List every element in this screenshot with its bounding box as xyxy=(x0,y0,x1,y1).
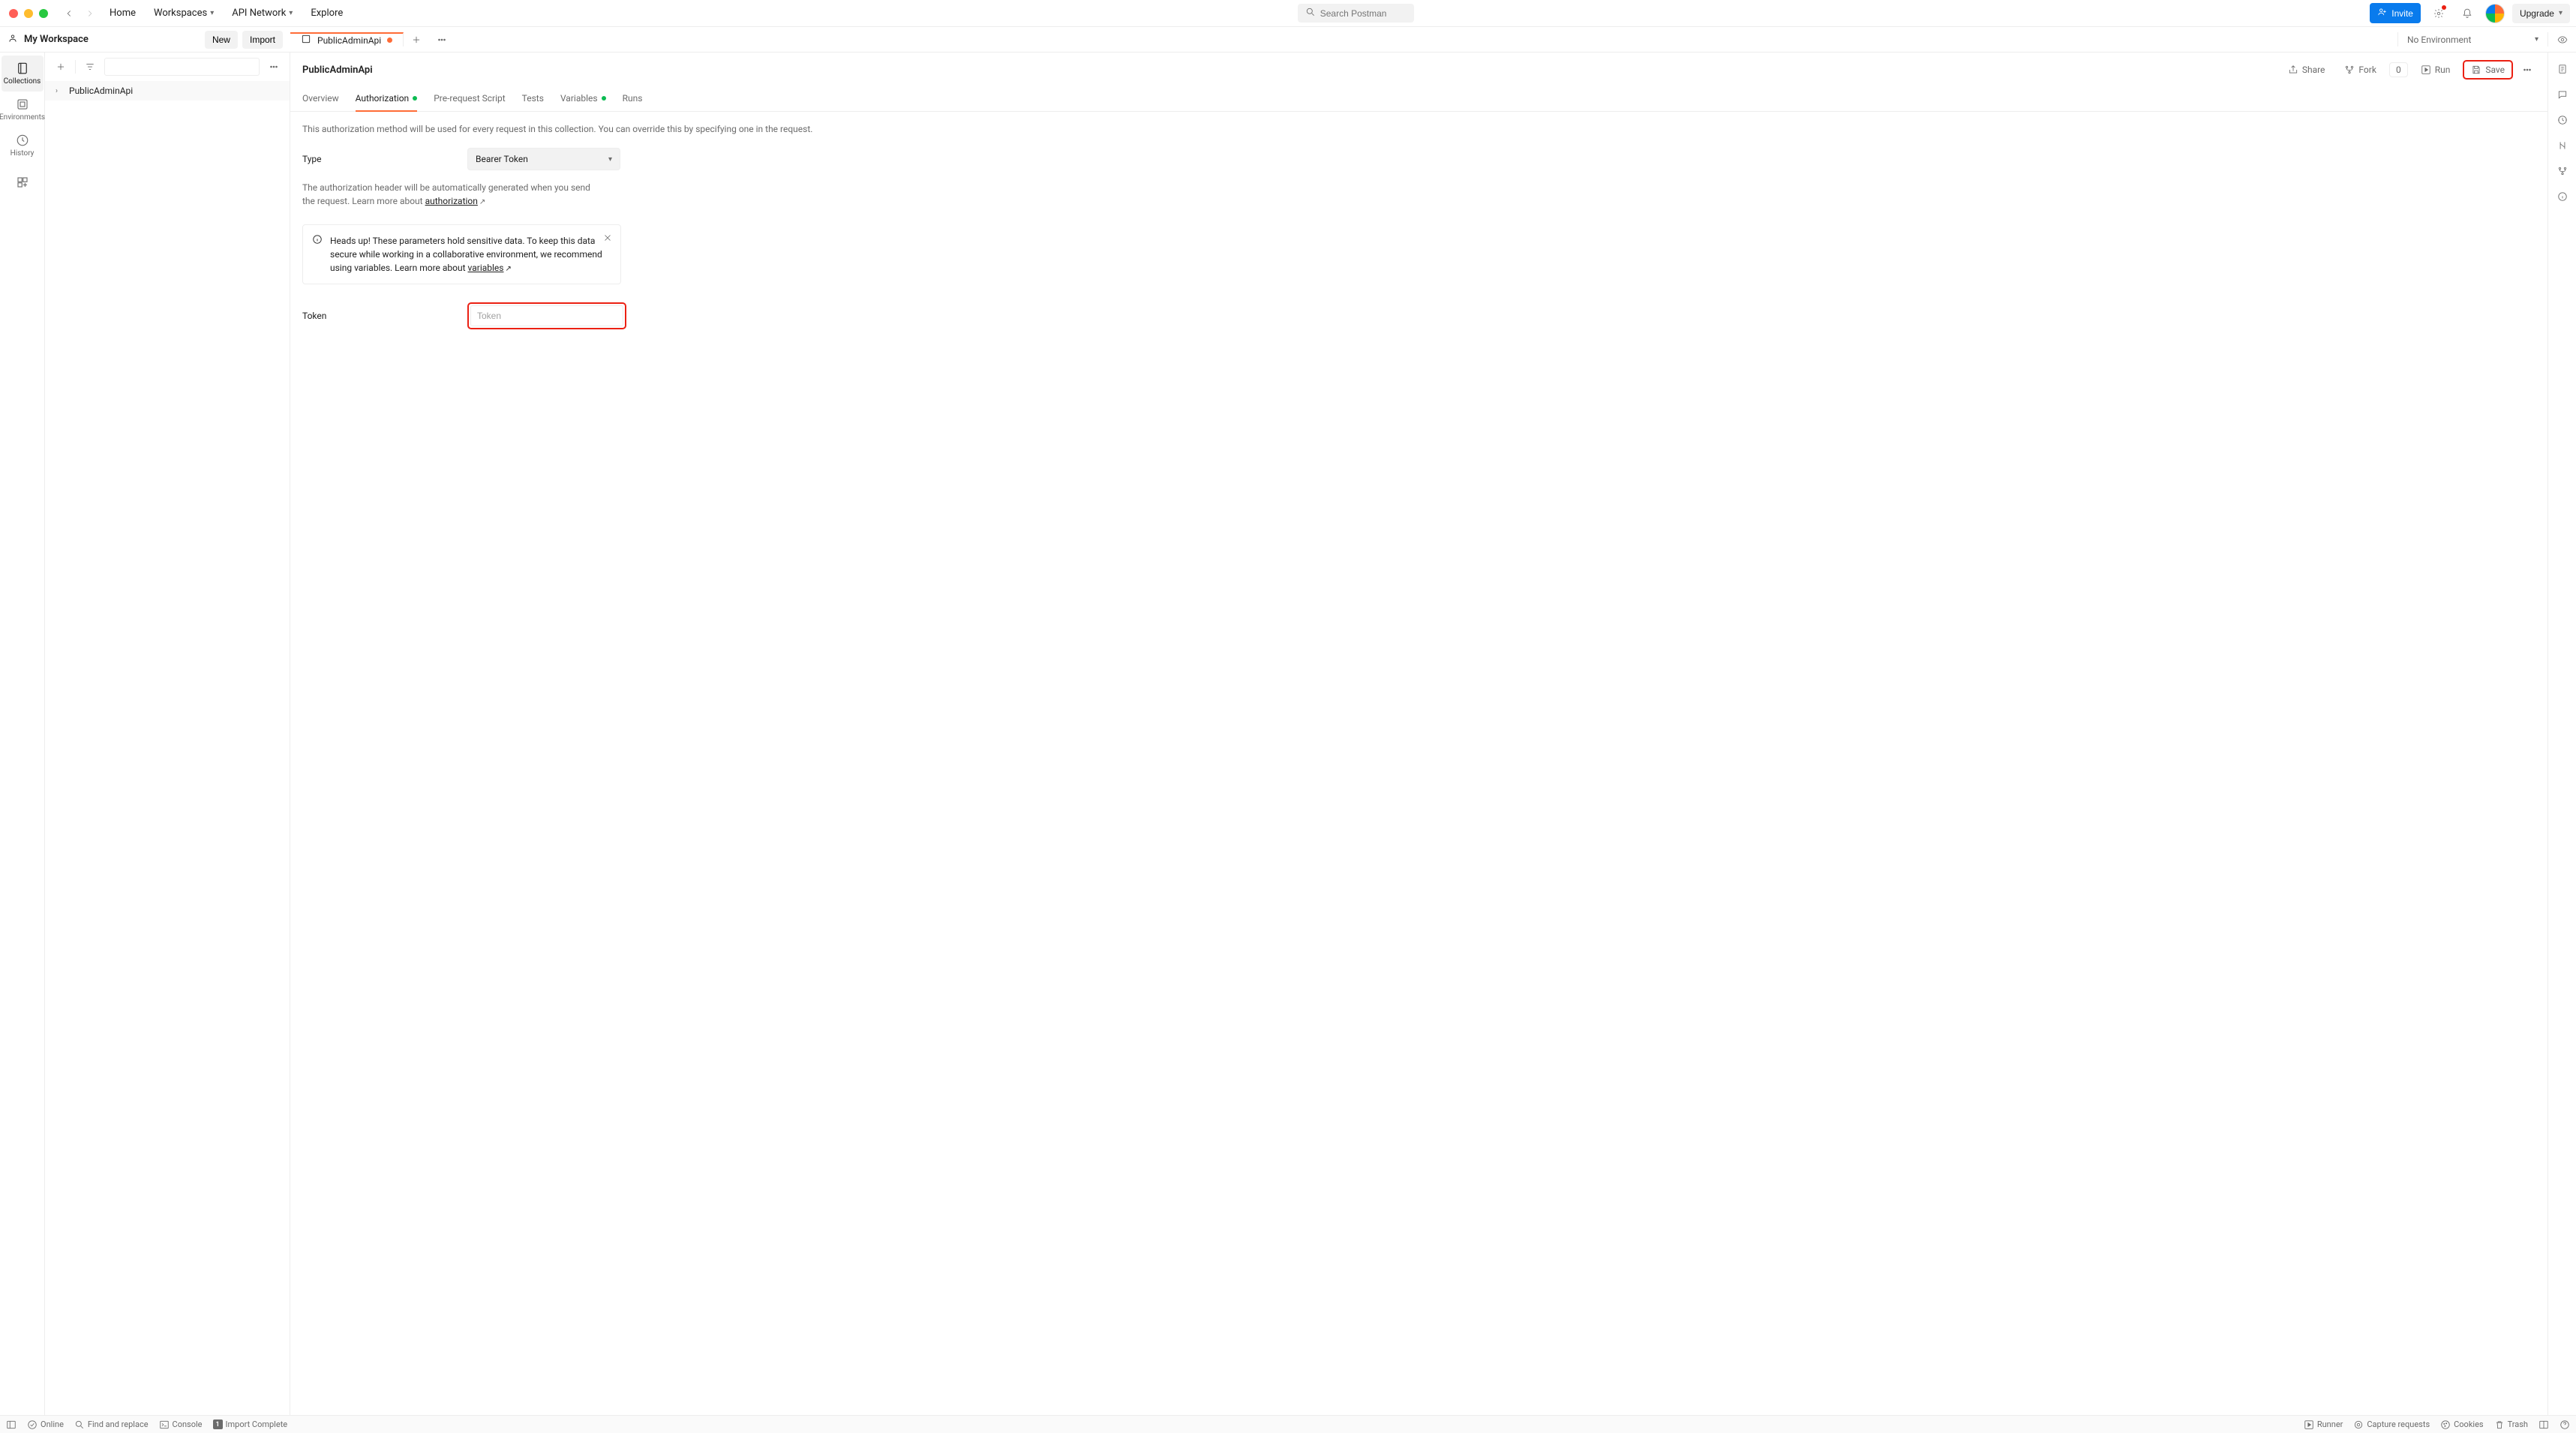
environment-selector[interactable]: No Environment ▾ xyxy=(2397,32,2547,47)
app-header: Home Workspaces▾ API Network▾ Explore In… xyxy=(0,0,2576,27)
variables-docs-link[interactable]: variables xyxy=(468,263,504,273)
settings-button[interactable] xyxy=(2428,3,2449,24)
left-rail: Collections Environments History xyxy=(0,53,45,1415)
tab-overview[interactable]: Overview xyxy=(302,87,339,112)
two-pane-toggle[interactable] xyxy=(2538,1419,2549,1430)
tab-tests[interactable]: Tests xyxy=(522,87,544,112)
search-icon xyxy=(1305,7,1316,20)
status-bar: Online Find and replace Console 1Import … xyxy=(0,1415,2576,1433)
import-button[interactable]: Import xyxy=(242,31,283,49)
workspace-name[interactable]: My Workspace xyxy=(24,34,89,45)
nav-forward[interactable] xyxy=(81,5,99,23)
save-button[interactable]: Save xyxy=(2463,60,2513,80)
sidebar-filter-input[interactable] xyxy=(104,58,260,76)
filter-button[interactable] xyxy=(80,57,100,77)
search-box[interactable] xyxy=(1298,4,1414,23)
rail-history[interactable]: History xyxy=(2,128,44,164)
type-label: Type xyxy=(302,154,467,164)
nav-workspaces[interactable]: Workspaces▾ xyxy=(146,3,221,23)
rr-documentation[interactable] xyxy=(2552,59,2573,80)
nav-api-network[interactable]: API Network▾ xyxy=(224,3,300,23)
tab-runs[interactable]: Runs xyxy=(623,87,643,112)
rr-changelog[interactable] xyxy=(2552,110,2573,131)
import-status[interactable]: 1Import Complete xyxy=(213,1419,288,1429)
run-button[interactable]: Run xyxy=(2414,61,2457,79)
add-tab[interactable] xyxy=(404,32,429,47)
upgrade-button[interactable]: Upgrade▾ xyxy=(2512,4,2570,23)
notifications-button[interactable] xyxy=(2457,3,2478,24)
token-label: Token xyxy=(302,311,467,321)
chevron-right-icon: › xyxy=(56,87,65,95)
workspace-bar: My Workspace New Import PublicAdminApi N… xyxy=(0,27,2576,53)
minimize-window[interactable] xyxy=(24,9,33,18)
user-avatar[interactable] xyxy=(2485,4,2505,23)
help-button[interactable] xyxy=(2559,1419,2570,1430)
capture-requests[interactable]: Capture requests xyxy=(2353,1419,2430,1430)
sidebar: › PublicAdminApi xyxy=(45,53,290,1415)
nav-home[interactable]: Home xyxy=(102,3,143,23)
auth-indicator xyxy=(413,96,417,101)
tab-prerequest[interactable]: Pre-request Script xyxy=(434,87,505,112)
token-input-wrapper xyxy=(467,302,626,329)
tab-variables[interactable]: Variables xyxy=(560,87,606,112)
collection-title: PublicAdminApi xyxy=(302,65,373,76)
auth-info-text: This authorization method will be used f… xyxy=(302,124,916,134)
window-controls xyxy=(9,9,48,18)
auth-description: The authorization header will be automat… xyxy=(302,181,595,208)
unsaved-indicator xyxy=(387,38,392,43)
sensitive-data-alert: Heads up! These parameters hold sensitiv… xyxy=(302,224,621,284)
rr-forks[interactable] xyxy=(2552,161,2573,182)
trash-button[interactable]: Trash xyxy=(2494,1419,2528,1430)
online-status[interactable]: Online xyxy=(27,1419,64,1430)
variables-indicator xyxy=(602,96,606,101)
cookies-button[interactable]: Cookies xyxy=(2440,1419,2483,1430)
sidebar-item-publicadminapi[interactable]: › PublicAdminApi xyxy=(45,81,290,101)
collection-icon xyxy=(301,34,311,47)
rr-pull-requests[interactable] xyxy=(2552,135,2573,156)
fork-button[interactable]: Fork xyxy=(2337,61,2383,79)
nav-back[interactable] xyxy=(60,5,78,23)
rail-collections[interactable]: Collections xyxy=(2,56,44,92)
runner-button[interactable]: Runner xyxy=(2304,1419,2343,1430)
invite-button[interactable]: Invite xyxy=(2370,3,2421,23)
tab-authorization[interactable]: Authorization xyxy=(356,87,418,112)
auth-type-select[interactable]: Bearer Token ▾ xyxy=(467,148,620,170)
collection-options[interactable] xyxy=(2519,61,2535,79)
nav-explore[interactable]: Explore xyxy=(303,3,350,23)
new-button[interactable]: New xyxy=(205,31,238,49)
close-window[interactable] xyxy=(9,9,18,18)
find-replace[interactable]: Find and replace xyxy=(74,1419,149,1430)
main-panel: PublicAdminApi Share Fork 0 Run xyxy=(290,53,2547,1415)
environment-quicklook[interactable] xyxy=(2547,32,2576,47)
external-link-icon: ↗ xyxy=(505,265,511,273)
authorization-docs-link[interactable]: authorization xyxy=(425,196,478,206)
invite-icon xyxy=(2377,7,2388,20)
workspace-icon xyxy=(8,33,18,46)
create-collection[interactable] xyxy=(51,57,71,77)
search-input[interactable] xyxy=(1320,8,1437,19)
rr-comments[interactable] xyxy=(2552,84,2573,105)
chevron-down-icon: ▾ xyxy=(608,155,612,164)
console-button[interactable]: Console xyxy=(159,1419,203,1430)
token-input[interactable] xyxy=(470,305,623,326)
rail-environments[interactable]: Environments xyxy=(2,92,44,128)
settings-badge xyxy=(2442,5,2446,10)
collection-tabs: Overview Authorization Pre-request Scrip… xyxy=(290,87,2547,112)
sidebar-options[interactable] xyxy=(264,57,284,77)
right-rail xyxy=(2547,53,2576,1415)
tab-options[interactable] xyxy=(429,32,455,47)
share-button[interactable]: Share xyxy=(2281,61,2332,79)
maximize-window[interactable] xyxy=(39,9,48,18)
sidebar-toggle[interactable] xyxy=(6,1419,17,1430)
close-alert[interactable] xyxy=(602,233,613,245)
fork-count: 0 xyxy=(2389,62,2408,77)
request-tab[interactable]: PublicAdminApi xyxy=(290,32,404,47)
external-link-icon: ↗ xyxy=(479,198,485,206)
info-icon xyxy=(312,234,323,275)
rail-configure[interactable] xyxy=(2,170,44,195)
rr-info[interactable] xyxy=(2552,186,2573,207)
